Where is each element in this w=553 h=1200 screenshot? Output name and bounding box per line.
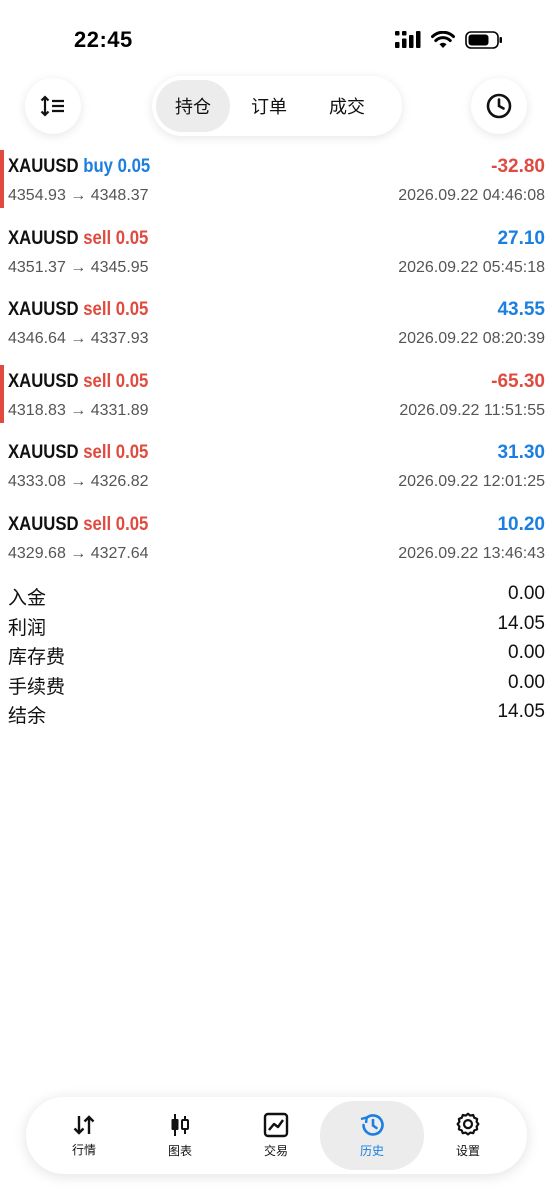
trade-symbol: XAUUSD [8, 156, 79, 177]
nav-item-trade[interactable]: 交易 [224, 1101, 328, 1170]
trade-row[interactable]: XAUUSD buy 0.05 -32.80 4354.93 → 4348.37… [0, 146, 553, 218]
trade-row[interactable]: XAUUSD sell 0.05 43.55 4346.64 → 4337.93… [0, 289, 553, 361]
wifi-icon [431, 31, 455, 48]
trade-profit: 43.55 [497, 299, 545, 320]
trade-volume: 0.05 [115, 299, 149, 320]
trade-list: XAUUSD buy 0.05 -32.80 4354.93 → 4348.37… [0, 146, 553, 575]
summary-value: 14.05 [497, 612, 545, 634]
summary-value: 0.00 [508, 671, 545, 693]
sort-icon [40, 95, 64, 117]
nav-label: 交易 [263, 1144, 288, 1158]
bottom-nav: 行情 图表 交易 历史 设置 [26, 1097, 527, 1174]
trade-title: XAUUSD buy 0.05 [8, 156, 150, 178]
trade-volume: 0.05 [115, 370, 149, 392]
status-time: 22:45 [74, 27, 133, 52]
period-button[interactable] [471, 78, 527, 134]
trade-time: 2026.09.22 04:46:08 [398, 187, 545, 204]
trade-time: 2026.09.22 12:01:25 [398, 473, 545, 490]
tab-orders[interactable]: 订单 [230, 80, 308, 132]
trade-profit: -32.80 [491, 156, 545, 177]
trade-volume: 0.05 [115, 442, 149, 463]
trade-side: sell [83, 442, 112, 463]
clock-icon [486, 93, 512, 119]
summary-value: 0.00 [508, 642, 545, 663]
trade-time: 2026.09.22 05:45:18 [398, 258, 545, 276]
summary-value: 0.00 [508, 583, 545, 604]
loss-marker [0, 364, 4, 423]
trade-row[interactable]: XAUUSD sell 0.05 10.20 4329.68 → 4327.64… [0, 504, 553, 576]
trade-profit: -65.30 [491, 370, 545, 392]
sort-button[interactable] [25, 78, 81, 134]
summary-row: 入金 0.00 [0, 580, 553, 610]
status-bar: 22:45 [0, 0, 553, 80]
signal-icon [395, 31, 421, 48]
trade-icon [263, 1112, 289, 1138]
trade-volume: 0.05 [115, 227, 149, 249]
trade-row[interactable]: XAUUSD sell 0.05 31.30 4333.08 → 4326.82… [0, 432, 553, 504]
summary-panel: 入金 0.00 利润 14.05 库存费 0.00 手续费 0.00 结余 14… [0, 580, 553, 728]
trade-profit: 31.30 [497, 442, 545, 463]
nav-item-gear[interactable]: 设置 [416, 1101, 520, 1170]
trade-side: buy [83, 156, 113, 177]
trade-time: 2026.09.22 13:46:43 [398, 544, 545, 562]
summary-label: 手续费 [8, 675, 66, 698]
tab-positions[interactable]: 持仓 [156, 80, 230, 132]
trade-volume: 0.05 [117, 156, 151, 177]
nav-label: 设置 [455, 1144, 480, 1158]
segment-control: 持仓 订单 成交 [152, 76, 402, 136]
nav-item-chart[interactable]: 图表 [128, 1101, 232, 1170]
trade-prices: 4333.08 → 4326.82 [8, 473, 149, 490]
summary-row: 手续费 0.00 [0, 669, 553, 699]
status-icons [395, 31, 503, 49]
trade-prices: 4346.64 → 4337.93 [8, 330, 149, 347]
trade-symbol: XAUUSD [8, 442, 79, 463]
history-icon [358, 1112, 386, 1138]
loss-marker [0, 150, 4, 208]
trade-volume: 0.05 [115, 513, 149, 535]
trade-row[interactable]: XAUUSD sell 0.05 -65.30 4318.83 → 4331.8… [0, 361, 553, 433]
summary-row: 库存费 0.00 [0, 639, 553, 669]
trade-profit: 10.20 [497, 513, 545, 535]
summary-label: 利润 [8, 616, 47, 639]
trade-prices: 4329.68 → 4327.64 [8, 544, 149, 562]
trade-title: XAUUSD sell 0.05 [8, 514, 148, 536]
trade-symbol: XAUUSD [8, 513, 79, 535]
trade-symbol: XAUUSD [8, 299, 79, 320]
summary-value: 14.05 [497, 701, 545, 722]
trade-prices: 4351.37 → 4345.95 [8, 258, 149, 276]
trade-time: 2026.09.22 11:51:55 [399, 401, 545, 419]
summary-row: 利润 14.05 [0, 610, 553, 640]
nav-item-quotes[interactable]: 行情 [32, 1101, 136, 1170]
summary-label: 入金 [8, 587, 47, 609]
nav-item-history[interactable]: 历史 [320, 1101, 424, 1170]
trade-prices: 4318.83 → 4331.89 [8, 401, 149, 419]
trade-prices: 4354.93 → 4348.37 [8, 187, 149, 204]
gear-icon [455, 1112, 481, 1138]
trade-row[interactable]: XAUUSD sell 0.05 27.10 4351.37 → 4345.95… [0, 218, 553, 290]
trade-side: sell [83, 513, 112, 535]
quotes-icon [71, 1113, 97, 1137]
trade-title: XAUUSD sell 0.05 [8, 371, 148, 393]
summary-label: 库存费 [8, 646, 66, 668]
nav-label: 图表 [167, 1144, 192, 1158]
nav-label: 历史 [359, 1144, 384, 1158]
trade-side: sell [83, 227, 112, 249]
summary-row: 结余 14.05 [0, 698, 553, 728]
top-toolbar: 持仓 订单 成交 [0, 76, 553, 136]
nav-label: 行情 [71, 1143, 96, 1157]
trade-time: 2026.09.22 08:20:39 [398, 330, 545, 347]
trade-title: XAUUSD sell 0.05 [8, 228, 148, 250]
trade-symbol: XAUUSD [8, 227, 79, 249]
chart-icon [168, 1112, 192, 1138]
summary-label: 结余 [8, 705, 47, 727]
trade-profit: 27.10 [497, 227, 545, 249]
tab-deals[interactable]: 成交 [308, 80, 386, 132]
trade-title: XAUUSD sell 0.05 [8, 442, 148, 464]
trade-symbol: XAUUSD [8, 370, 79, 392]
trade-side: sell [83, 299, 112, 320]
trade-title: XAUUSD sell 0.05 [8, 299, 148, 321]
battery-icon [465, 31, 502, 49]
trade-side: sell [83, 370, 112, 392]
